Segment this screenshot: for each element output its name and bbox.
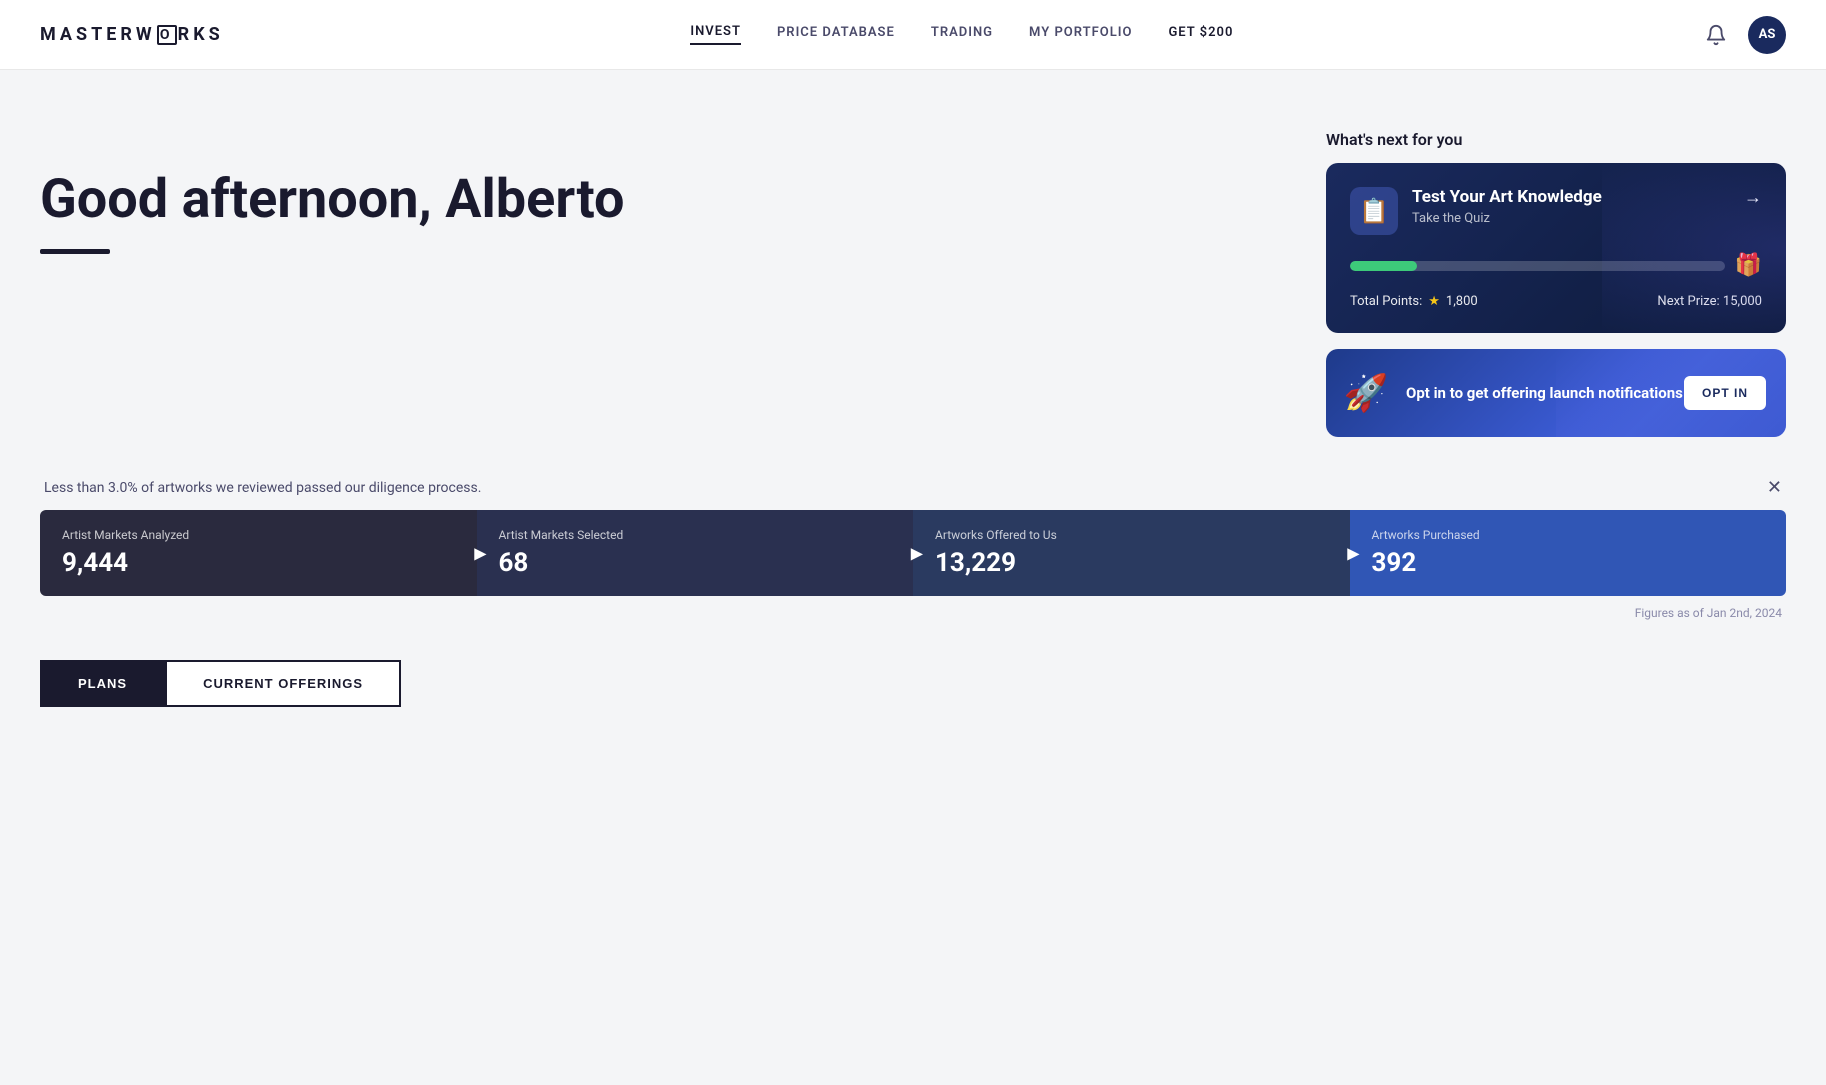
stat-artist-markets-selected: Artist Markets Selected 68: [477, 510, 914, 596]
quiz-arrow-icon[interactable]: →: [1744, 187, 1762, 208]
nav-my-portfolio[interactable]: MY PORTFOLIO: [1029, 25, 1132, 44]
nav-invest[interactable]: INVEST: [690, 24, 741, 45]
stat-value-3: 392: [1372, 548, 1765, 578]
gift-icon: 🎁: [1735, 253, 1762, 278]
greeting-text: Good afternoon, Alberto: [40, 170, 1286, 229]
whats-next-label: What's next for you: [1326, 130, 1786, 149]
nav-get200[interactable]: GET $200: [1168, 25, 1233, 44]
quiz-icon: 📋: [1350, 187, 1398, 235]
quiz-title: Test Your Art Knowledge: [1412, 187, 1602, 207]
avatar[interactable]: AS: [1748, 16, 1786, 54]
stat-value-0: 9,444: [62, 548, 455, 578]
progress-bar-fill: [1350, 261, 1417, 271]
stat-label-2: Artworks Offered to Us: [935, 528, 1328, 542]
tabs-section: PLANS CURRENT OFFERINGS: [0, 640, 1826, 707]
stat-value-2: 13,229: [935, 548, 1328, 578]
quiz-footer: Total Points: ★ 1,800 Next Prize: 15,000: [1350, 294, 1762, 309]
header-right: AS: [1700, 16, 1786, 54]
diligence-banner: Less than 3.0% of artworks we reviewed p…: [40, 477, 1786, 498]
star-icon: ★: [1428, 294, 1440, 309]
stat-label-3: Artworks Purchased: [1372, 528, 1765, 542]
progress-bar-background: [1350, 261, 1725, 271]
quiz-text: Test Your Art Knowledge Take the Quiz: [1412, 187, 1602, 226]
next-prize: Next Prize: 15,000: [1657, 294, 1762, 309]
stat-artist-markets-analyzed: Artist Markets Analyzed 9,444: [40, 510, 477, 596]
left-section: Good afternoon, Alberto: [40, 130, 1286, 437]
total-points-value: 1,800: [1446, 294, 1478, 309]
total-points-label: Total Points:: [1350, 294, 1422, 309]
stat-label-1: Artist Markets Selected: [499, 528, 892, 542]
quiz-header: 📋 Test Your Art Knowledge Take the Quiz …: [1350, 187, 1762, 235]
optin-text: Opt in to get offering launch notificati…: [1406, 383, 1684, 404]
rocket-icon: 🚀: [1326, 349, 1406, 437]
stat-artworks-offered: Artworks Offered to Us 13,229: [913, 510, 1350, 596]
figures-note: Figures as of Jan 2nd, 2024: [40, 606, 1786, 620]
main-content: Good afternoon, Alberto What's next for …: [0, 70, 1826, 477]
progress-row: 🎁: [1350, 253, 1762, 278]
main-nav: INVEST PRICE DATABASE TRADING MY PORTFOL…: [690, 24, 1233, 45]
total-points: Total Points: ★ 1,800: [1350, 294, 1478, 309]
optin-card[interactable]: 🚀 Opt in to get offering launch notifica…: [1326, 349, 1786, 437]
stats-section: Less than 3.0% of artworks we reviewed p…: [0, 477, 1826, 640]
stat-value-1: 68: [499, 548, 892, 578]
nav-trading[interactable]: TRADING: [931, 25, 993, 44]
quiz-card[interactable]: 📋 Test Your Art Knowledge Take the Quiz …: [1326, 163, 1786, 333]
tab-current-offerings[interactable]: CURRENT OFFERINGS: [165, 660, 401, 707]
opt-in-button[interactable]: OPT IN: [1684, 376, 1766, 410]
tab-plans[interactable]: PLANS: [40, 660, 165, 707]
logo-o: O: [157, 25, 177, 45]
logo-text-left: MASTERW: [40, 24, 156, 45]
header: MASTERW O RKS INVEST PRICE DATABASE TRAD…: [0, 0, 1826, 70]
logo: MASTERW O RKS: [40, 24, 224, 45]
stat-artworks-purchased: Artworks Purchased 392: [1350, 510, 1787, 596]
nav-price-database[interactable]: PRICE DATABASE: [777, 25, 895, 44]
greeting-underline: [40, 249, 110, 254]
close-banner-button[interactable]: ✕: [1767, 477, 1782, 498]
bell-icon[interactable]: [1700, 19, 1732, 51]
logo-text-right: RKS: [178, 24, 224, 45]
stats-bar: Artist Markets Analyzed 9,444 Artist Mar…: [40, 510, 1786, 596]
stat-label-0: Artist Markets Analyzed: [62, 528, 455, 542]
right-section: What's next for you 📋 Test Your Art Know…: [1326, 130, 1786, 437]
quiz-subtitle: Take the Quiz: [1412, 211, 1602, 226]
quiz-title-area: 📋 Test Your Art Knowledge Take the Quiz: [1350, 187, 1602, 235]
diligence-text: Less than 3.0% of artworks we reviewed p…: [44, 480, 481, 496]
